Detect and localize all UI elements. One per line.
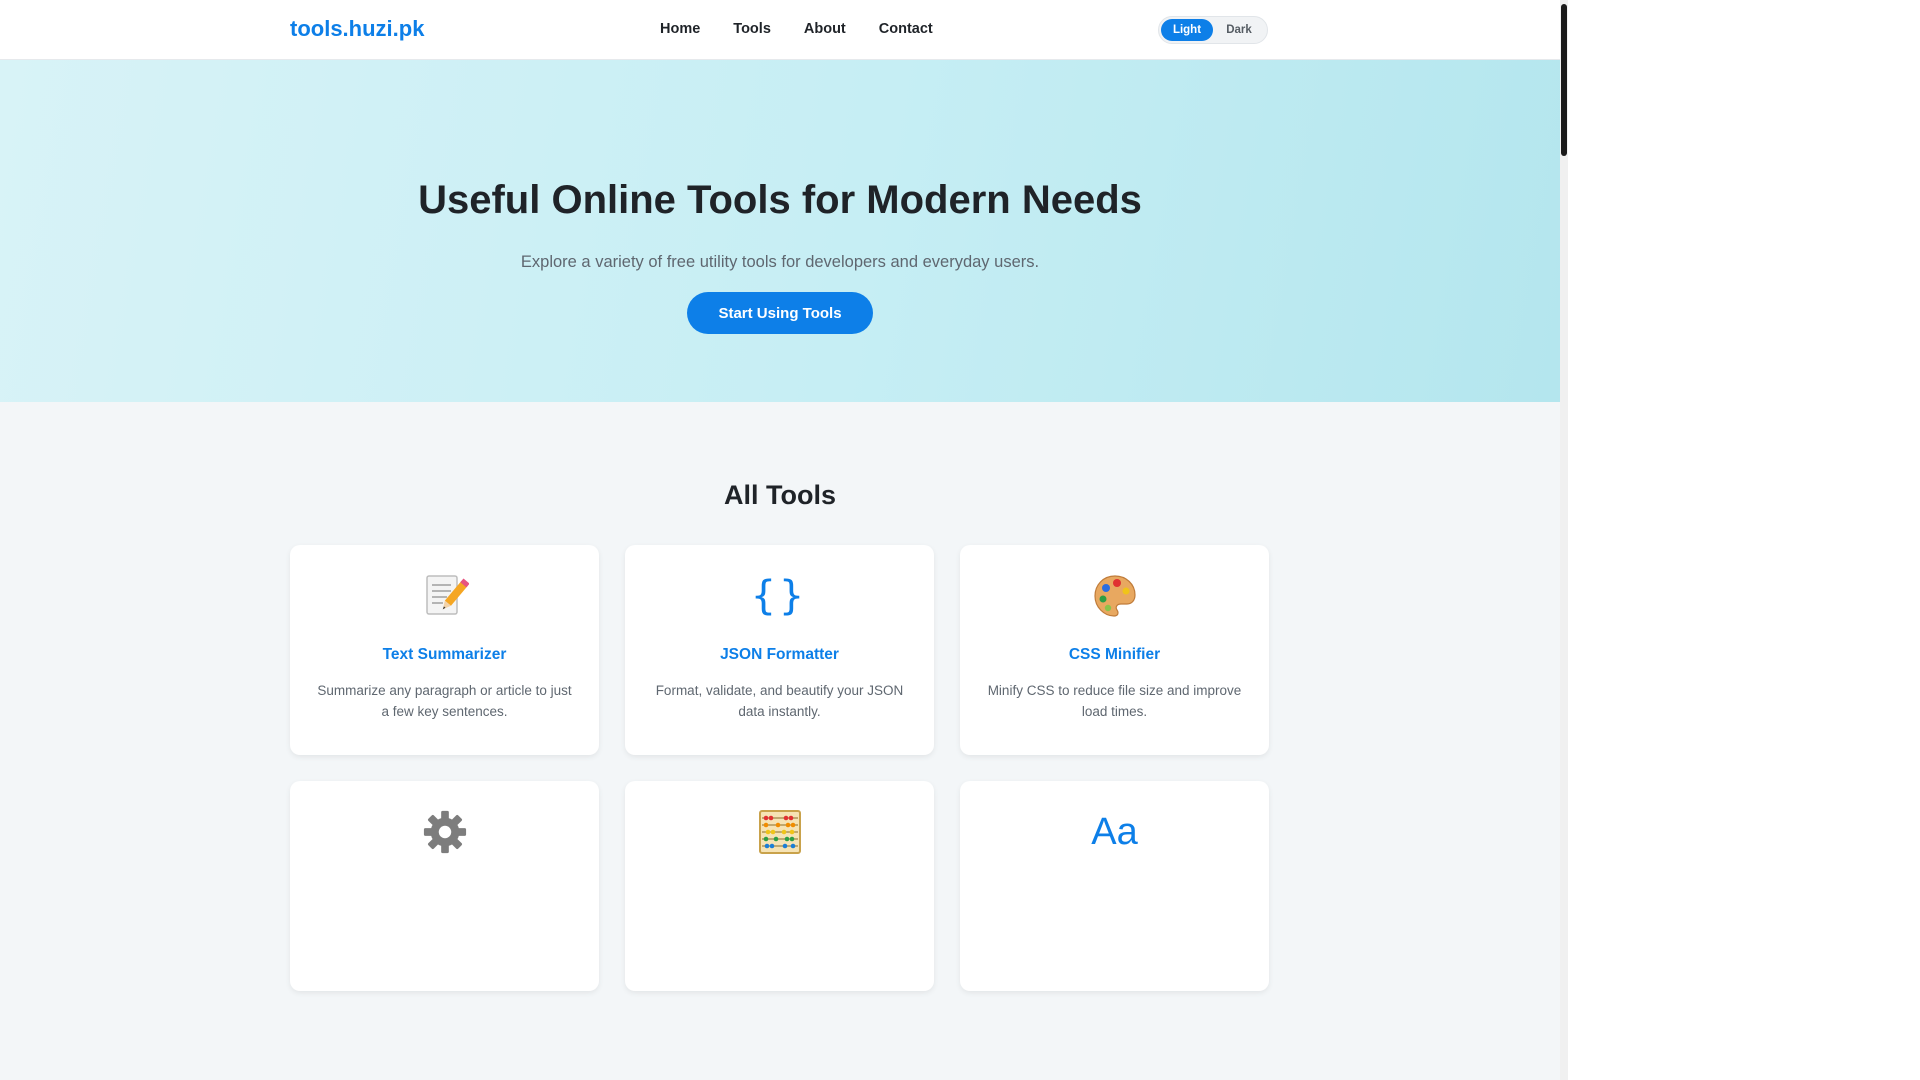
site-header: tools.huzi.pk Home Tools About Contact L…	[0, 0, 1560, 60]
gear-icon	[290, 807, 599, 857]
main-nav: Home Tools About Contact	[660, 21, 933, 37]
start-using-tools-button[interactable]: Start Using Tools	[687, 292, 873, 334]
text-aa-icon: Aa	[1091, 810, 1138, 853]
tool-card-description: Summarize any paragraph or article to ju…	[317, 683, 572, 719]
page-scrollbar[interactable]	[1560, 0, 1568, 1080]
section-title: All Tools	[724, 480, 836, 510]
tool-card-description: Minify CSS to reduce file size and impro…	[987, 683, 1242, 719]
tool-card-4[interactable]	[290, 781, 599, 991]
hero-section: Useful Online Tools for Modern Needs Exp…	[0, 60, 1560, 402]
tool-card-title: JSON Formatter	[720, 646, 839, 663]
tool-card-text-summarizer[interactable]: Text Summarizer Summarize any paragraph …	[290, 545, 599, 755]
scrollbar-thumb[interactable]	[1561, 4, 1567, 156]
site-logo[interactable]: tools.huzi.pk	[290, 16, 424, 42]
tool-card-title: CSS Minifier	[1068, 646, 1161, 663]
nav-contact[interactable]: Contact	[879, 21, 933, 37]
paint-palette-icon	[960, 571, 1269, 621]
theme-light-button[interactable]: Light	[1161, 19, 1213, 41]
theme-toggle: Light Dark	[1158, 16, 1268, 44]
nav-about[interactable]: About	[804, 21, 846, 37]
tool-card-description: Format, validate, and beautify your JSON…	[655, 683, 904, 719]
hero-title: Useful Online Tools for Modern Needs	[418, 178, 1142, 222]
hero-subtitle: Explore a variety of free utility tools …	[520, 253, 1040, 271]
curly-braces-icon: {}	[751, 573, 808, 619]
empty-viewport-area	[1568, 0, 1920, 1080]
tool-card-title: Text Summarizer	[382, 646, 507, 663]
tool-card-6[interactable]: Aa	[960, 781, 1269, 991]
nav-tools[interactable]: Tools	[733, 21, 771, 37]
page: tools.huzi.pk Home Tools About Contact L…	[0, 0, 1560, 1080]
tool-card-5[interactable]	[625, 781, 934, 991]
tool-card-css-minifier[interactable]: CSS Minifier Minify CSS to reduce file s…	[960, 545, 1269, 755]
abacus-icon	[625, 807, 934, 857]
memo-pencil-icon	[290, 571, 599, 621]
nav-home[interactable]: Home	[660, 21, 700, 37]
theme-dark-button[interactable]: Dark	[1213, 19, 1265, 41]
tool-card-json-formatter[interactable]: {} JSON Formatter Format, validate, and …	[625, 545, 934, 755]
